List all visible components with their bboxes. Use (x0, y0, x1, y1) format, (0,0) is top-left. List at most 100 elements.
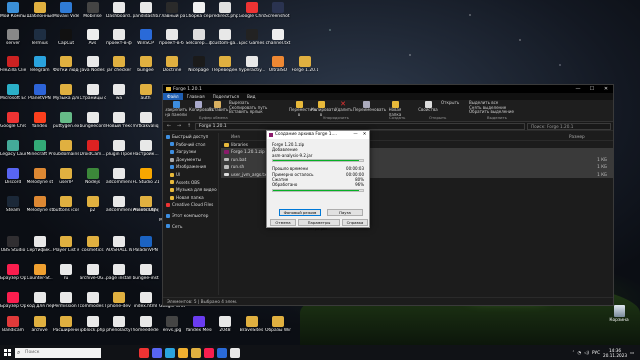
desktop-icon[interactable]: userIP (53, 168, 79, 198)
up-button[interactable]: ↑ (185, 123, 193, 129)
desktop-icon[interactable]: Bandicam (0, 316, 26, 346)
taskbar-app-icon[interactable] (230, 347, 240, 358)
desktop-icon[interactable]: Расширение mobirise (53, 316, 79, 346)
desktop-icon[interactable]: Epic Games Launcher (239, 29, 265, 59)
desktop-icon[interactable]: plugin Проект... (106, 140, 132, 170)
desktop-icon[interactable]: Screenshot 2023-09-... (265, 2, 291, 32)
dialog-titlebar[interactable]: Создание архива Forge 1.... — ✕ (267, 131, 369, 139)
desktop-icon[interactable]: проект-в-б dodoc.txt (159, 29, 185, 59)
desktop-icon[interactable]: Selcorep...ф серверон-2... (186, 29, 212, 59)
network-icon[interactable]: ◔ (578, 350, 582, 355)
pause-button[interactable]: Пауза (327, 209, 363, 216)
dialog-minimize-button[interactable]: — (351, 131, 360, 139)
copy-button[interactable]: Копировать (189, 101, 214, 113)
desktop-icon[interactable]: Образы Windows (265, 316, 291, 346)
desktop-icon[interactable]: Браузер Opera GX (0, 264, 26, 294)
tab-view[interactable]: Вид (243, 94, 260, 99)
taskbar-app-icon[interactable] (178, 347, 188, 358)
desktop-icon[interactable]: page install script.txt (106, 264, 132, 294)
desktop-icon[interactable]: Minecraft Project Launcher (27, 140, 53, 170)
desktop-icon[interactable]: adcommend... htm (106, 196, 132, 226)
desktop-icon[interactable]: CapCut (53, 29, 79, 59)
taskbar-app-icon[interactable] (191, 347, 201, 358)
minimize-button[interactable]: — (571, 86, 585, 92)
nav-item[interactable]: Музыка для видео (163, 186, 218, 194)
move-to-button[interactable]: Переместить в (289, 101, 317, 117)
desktop-icon[interactable]: Dashboard... (106, 2, 132, 32)
explorer-titlebar[interactable]: Forge 1.20.1 — ☐ ✕ (163, 85, 613, 93)
cancel-button[interactable]: Отмена (270, 219, 296, 226)
desktop-icon[interactable]: главный раннерпт.jpg (159, 2, 185, 32)
desktop-icon[interactable]: mrtkakvaliq... разработк... (133, 112, 159, 142)
desktop-icon[interactable]: Сборка сервера... (186, 2, 212, 32)
taskbar-app-icon[interactable] (165, 347, 175, 358)
desktop-icon[interactable]: Player List & cosmetics (53, 236, 79, 266)
desktop-icon[interactable]: Counter-St... Global Offe... (27, 264, 53, 294)
desktop-icon[interactable]: archive-0G... 2023-09... (80, 264, 106, 294)
desktop-icon[interactable]: Assets OBS (133, 196, 159, 226)
pin-button[interactable]: Закрепить на панели быстрого доступа (165, 101, 187, 117)
desktop-icon[interactable]: server (0, 29, 26, 59)
desktop-icon[interactable]: bungee-install... (133, 264, 159, 294)
nav-item[interactable]: Загрузки (163, 148, 218, 156)
desktop-icon[interactable]: ru (53, 264, 79, 294)
explorer-window[interactable]: Forge 1.20.1 — ☐ ✕ Файл Главная Поделить… (162, 84, 614, 306)
desktop-icon[interactable]: redirect.php (212, 2, 238, 32)
nav-item[interactable]: Creative Cloud Files (163, 201, 218, 209)
desktop-icon[interactable]: Yandex (27, 112, 53, 142)
desktop-icon[interactable]: Termius (27, 29, 53, 59)
desktop-icon[interactable]: ipblock.php (80, 316, 106, 346)
desktop-icon[interactable]: channel.txt (265, 29, 291, 59)
desktop-icon[interactable]: adcommend... pfp (106, 168, 132, 198)
desktop-icon[interactable]: subdomains (53, 140, 79, 170)
nav-item[interactable]: Этот компьютер (163, 212, 218, 220)
nav-item[interactable]: Assets OBS (163, 179, 218, 187)
desktop-icon[interactable]: puttygen.exe (53, 112, 79, 142)
desktop-icon[interactable]: WinSCP (133, 29, 159, 59)
desktop-icon[interactable]: cosmetics (80, 236, 106, 266)
desktop-icon[interactable]: Google Chrome (0, 112, 26, 142)
desktop-icon[interactable]: Discord (0, 168, 26, 198)
nav-item[interactable]: Быстрый доступ (163, 133, 218, 141)
properties-button[interactable]: Свойства (417, 101, 439, 113)
desktop-icon[interactable]: archive (27, 316, 53, 346)
desktop-icon[interactable]: Java Nodes (80, 56, 106, 86)
desktop-icon[interactable]: Google Chrome (239, 2, 265, 32)
paste-button[interactable]: Вставить (209, 101, 228, 113)
notifications-icon[interactable]: ▭ (630, 350, 634, 355)
help-button[interactable]: Справка (342, 219, 368, 226)
desktop-icon[interactable]: Melodyne studio 4 (x86) (27, 196, 53, 226)
desktop-icon[interactable]: Melodyne studio 4 (x64) (27, 168, 53, 198)
rename-button[interactable]: Переименовать (353, 101, 386, 113)
recycle-bin[interactable]: Корзина (606, 305, 632, 335)
desktop-icon[interactable]: Forge 1.20.1 (292, 56, 318, 86)
desktop-icon[interactable]: UltraISO (265, 56, 291, 86)
desktop-icon[interactable]: Фотки людей (53, 56, 79, 86)
volume-icon[interactable]: ◁) (584, 350, 589, 355)
tab-home[interactable]: Главная (183, 94, 209, 99)
desktop-icon[interactable]: Yandex Messenger (186, 316, 212, 346)
desktop-icon[interactable]: Сертифик... Синергия... (27, 236, 53, 266)
desktop-icon[interactable]: buttons icons (53, 196, 79, 226)
desktop-icon[interactable]: pandidashb... (133, 2, 159, 32)
language-indicator[interactable]: РУС (592, 350, 600, 355)
desktop-icon[interactable]: FL Studio 21 (133, 168, 159, 198)
archive-progress-dialog[interactable]: Создание архива Forge 1.... — ✕ Forge 1.2… (266, 130, 370, 231)
background-button[interactable]: Фоновый режим (279, 209, 321, 216)
nav-item[interactable]: UI (163, 171, 218, 179)
desktop-icon[interactable]: Настройк... (133, 140, 159, 170)
desktop-icon[interactable]: bungeecord hmmm (80, 112, 106, 142)
desktop-icon[interactable]: phenolactyl (106, 316, 132, 346)
open-button[interactable]: Открыть (441, 100, 463, 106)
desktop-icon[interactable]: Nodejs (80, 168, 106, 198)
desktop-icon[interactable]: Mobirise (80, 2, 106, 32)
desktop-icon[interactable]: Legacy Launcher (0, 140, 26, 170)
start-button[interactable] (0, 345, 14, 360)
path-field[interactable]: Forge 1.20.1 (195, 122, 525, 130)
desktop-icon[interactable]: Шаблонные Клубы Z... (27, 2, 53, 32)
desktop-icon[interactable]: Movavi Video Editor 23 (53, 2, 79, 32)
desktop-icon[interactable]: auth (133, 84, 159, 114)
desktop-icon[interactable]: homeedede... (133, 316, 159, 346)
desktop-icon[interactable]: 2048 (212, 316, 238, 346)
desktop-icon[interactable]: Музыка для видео (53, 84, 79, 114)
